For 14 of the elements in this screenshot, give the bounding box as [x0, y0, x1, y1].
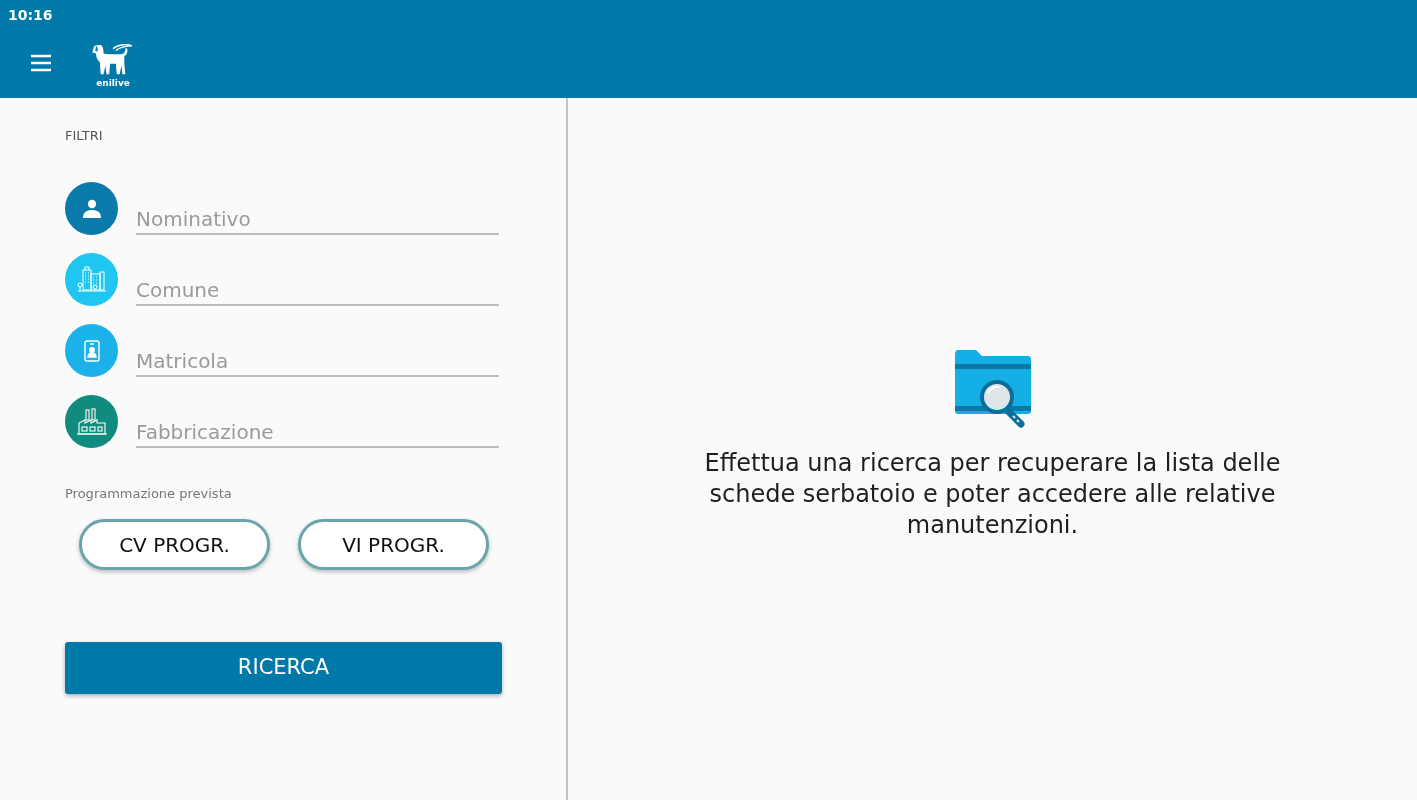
schedule-toggle-button[interactable]: CV PROGR.: [79, 519, 270, 570]
text-field[interactable]: Nominativo: [136, 201, 499, 235]
search-button[interactable]: RICERCA: [65, 642, 502, 694]
text-field[interactable]: Fabbricazione: [136, 414, 499, 448]
text-field[interactable]: Comune: [136, 272, 499, 306]
status-time: 10:16: [8, 6, 53, 24]
schedule-label: Programmazione prevista: [65, 486, 232, 502]
empty-state-message: Effettua una ricerca per recuperare la lista delle schede serbatoio e poter accedere alle relative manutenzioni.: [703, 447, 1282, 541]
text-field[interactable]: Matricola: [136, 343, 499, 377]
logo-text: enilive: [96, 77, 130, 89]
dog-logo-icon: [92, 43, 134, 77]
filters-title: FILTRI: [65, 128, 103, 144]
folder-search-icon: [954, 349, 1031, 428]
schedule-toggle-button[interactable]: VI PROGR.: [298, 519, 489, 570]
